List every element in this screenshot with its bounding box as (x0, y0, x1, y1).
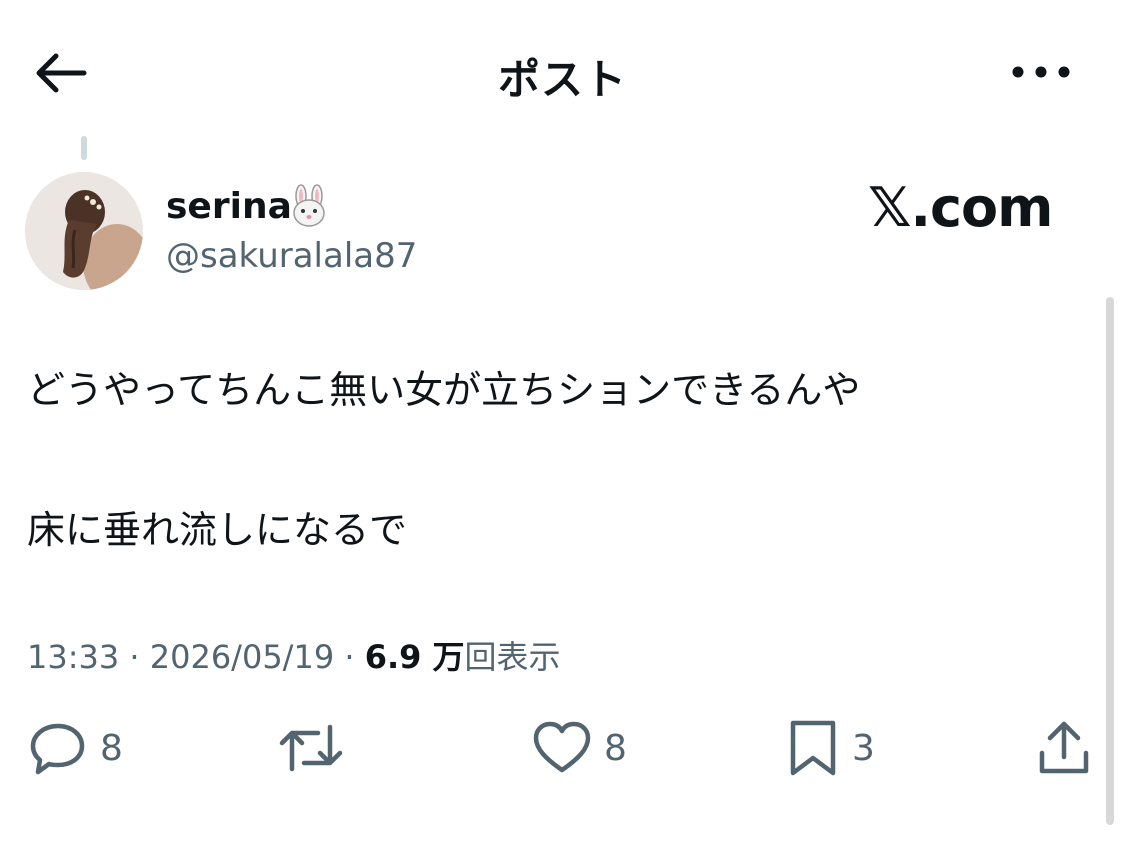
more-button[interactable] (1008, 60, 1074, 84)
post-text-line: どうやってちんこ無い女が立ちションできるんや (27, 368, 861, 412)
reply-count: 8 (100, 727, 123, 769)
views-label: 回表示 (464, 638, 561, 676)
repost-icon (279, 724, 343, 772)
share-icon (1039, 721, 1089, 774)
post-time[interactable]: 13:33 (27, 638, 119, 676)
rabbit-face-icon (287, 184, 331, 228)
more-horizontal-icon (1012, 66, 1070, 78)
scrollbar[interactable] (1106, 297, 1114, 825)
author-display-name[interactable]: serina (166, 186, 292, 227)
post-metadata: 13:33 · 2026/05/19 · 6.9 万回表示 (27, 632, 561, 678)
bookmark-count: 3 (852, 727, 875, 769)
bookmark-button[interactable]: 3 (786, 718, 875, 778)
post-date[interactable]: 2026/05/19 (150, 638, 334, 676)
reply-button[interactable]: 8 (28, 718, 123, 778)
like-button[interactable]: 8 (532, 718, 627, 778)
x-com-watermark: 𝕏.com (868, 176, 1053, 239)
page-title: ポスト (497, 55, 627, 104)
author-handle[interactable]: @sakuralala87 (166, 236, 417, 276)
meta-separator: · (119, 638, 150, 676)
like-count: 8 (604, 727, 627, 769)
share-button[interactable] (1036, 718, 1092, 778)
reply-icon (30, 723, 85, 775)
repost-button[interactable] (278, 718, 344, 778)
post-text-line: 床に垂れ流しになるで (27, 508, 408, 552)
meta-separator: · (334, 638, 365, 676)
views-count: 6.9 万 (364, 638, 465, 676)
heart-icon (533, 721, 591, 773)
bookmark-icon (790, 720, 836, 776)
avatar[interactable] (25, 172, 143, 290)
thread-connector-line (81, 136, 87, 160)
